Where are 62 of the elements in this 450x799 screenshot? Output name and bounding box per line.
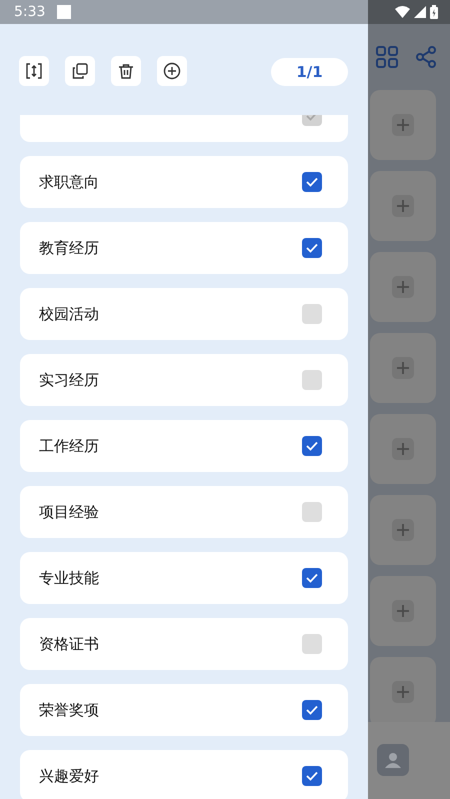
section-label: 实习经历 (39, 370, 99, 391)
section-row[interactable]: 兴趣爱好 (20, 750, 348, 799)
section-row[interactable]: 实习经历 (20, 354, 348, 406)
plus-icon (397, 362, 409, 374)
checkbox[interactable] (302, 370, 322, 390)
share-icon[interactable] (416, 46, 436, 68)
copy-icon (72, 63, 88, 79)
checkbox[interactable] (302, 436, 322, 456)
section-label: 项目经验 (39, 502, 99, 523)
check-icon (305, 769, 319, 783)
section-label: 校园活动 (39, 304, 99, 325)
checkbox[interactable] (302, 634, 322, 654)
add-button[interactable] (157, 56, 187, 86)
checkbox[interactable] (302, 700, 322, 720)
signal-icon (414, 6, 426, 18)
section-label: 荣誉奖项 (39, 700, 99, 721)
plus-icon (397, 605, 409, 617)
add-icon (163, 62, 181, 80)
copy-button[interactable] (65, 56, 95, 86)
plus-icon (397, 200, 409, 212)
check-icon (305, 175, 319, 189)
section-label: 兴趣爱好 (39, 766, 99, 787)
plus-icon (397, 281, 409, 293)
section-row[interactable]: 教育经历 (20, 222, 348, 274)
section-label: 资格证书 (39, 634, 99, 655)
check-icon (305, 241, 319, 255)
section-row[interactable]: 专业技能 (20, 552, 348, 604)
section-label: 求职意向 (39, 172, 99, 193)
notification-icon (57, 5, 72, 19)
fit-button[interactable] (19, 56, 49, 86)
expand-icon (26, 63, 42, 79)
section-row[interactable]: 工作经历 (20, 420, 348, 472)
person-icon (384, 751, 402, 769)
checkbox[interactable] (302, 172, 322, 192)
page-indicator[interactable]: 1/1 (271, 58, 348, 86)
checkbox[interactable] (302, 568, 322, 588)
wifi-icon (395, 6, 410, 18)
grid-icon[interactable] (376, 46, 398, 68)
check-icon (305, 571, 319, 585)
section-label: 专业技能 (39, 568, 99, 589)
section-label: 教育经历 (39, 238, 99, 259)
avatar-button[interactable] (377, 744, 409, 776)
checkbox[interactable] (302, 304, 322, 324)
battery-icon (430, 5, 438, 19)
section-row[interactable]: 荣誉奖项 (20, 684, 348, 736)
plus-icon (397, 119, 409, 131)
plus-icon (397, 443, 409, 455)
check-icon (305, 439, 319, 453)
checkbox[interactable] (302, 766, 322, 786)
plus-icon (397, 686, 409, 698)
checkbox[interactable] (302, 238, 322, 258)
status-time: 5:33 (14, 2, 46, 22)
delete-button[interactable] (111, 56, 141, 86)
trash-icon (118, 63, 134, 79)
section-row[interactable]: 求职意向 (20, 156, 348, 208)
section-row[interactable]: 项目经验 (20, 486, 348, 538)
section-label: 工作经历 (39, 436, 99, 457)
checkbox[interactable] (302, 502, 322, 522)
section-row[interactable]: 校园活动 (20, 288, 348, 340)
check-icon (305, 703, 319, 717)
section-row[interactable]: 资格证书 (20, 618, 348, 670)
plus-icon (397, 524, 409, 536)
